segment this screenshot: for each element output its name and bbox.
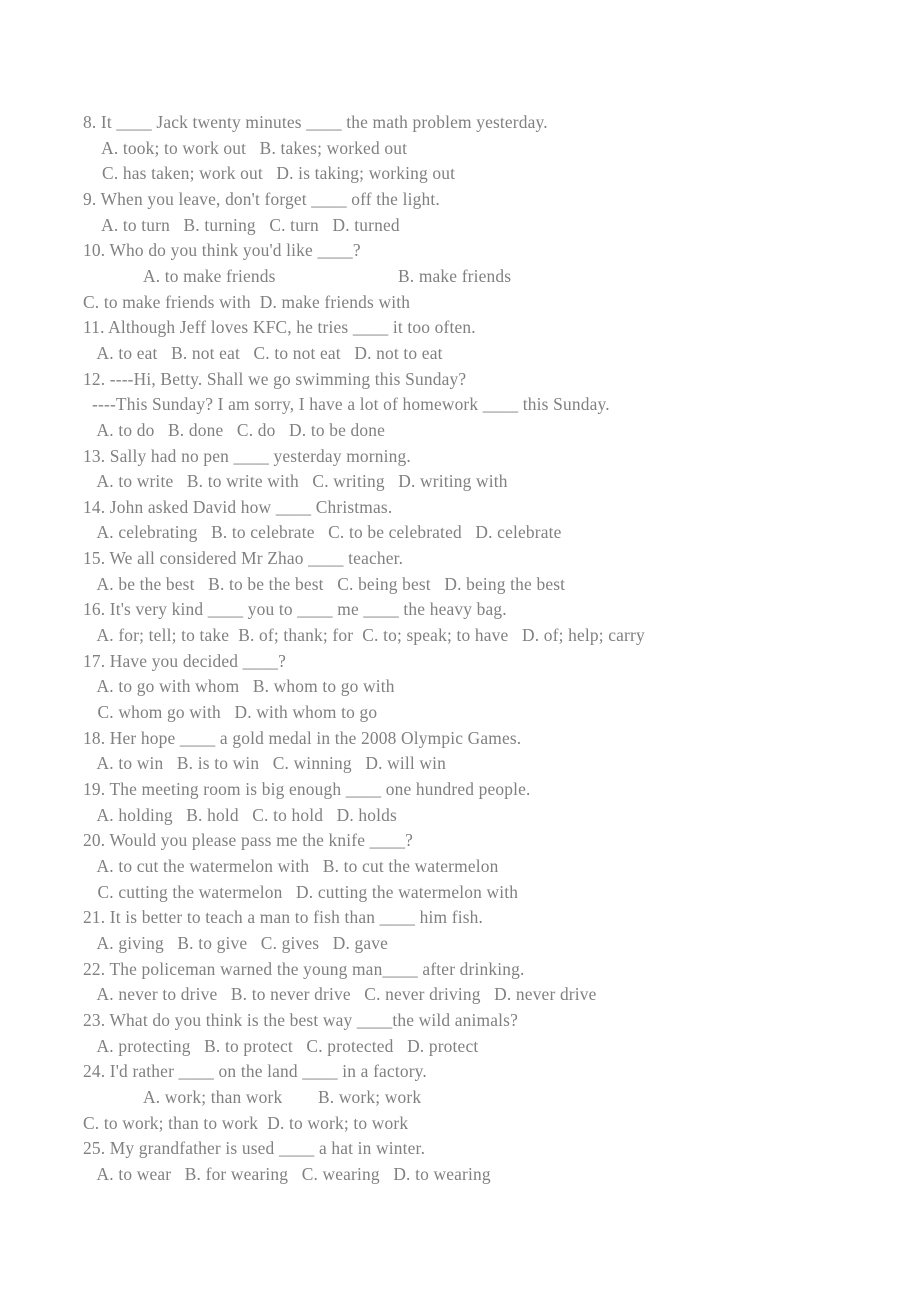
question-options-20-ab: A. to cut the watermelon with B. to cut … (93, 856, 499, 877)
question-stem-24: 24. I'd rather ____ on the land ____ in … (83, 1061, 427, 1082)
question-options-24-cd: C. to work; than to work D. to work; to … (83, 1112, 409, 1133)
question-options-20-cd: C. cutting the watermelon D. cutting the… (93, 881, 519, 902)
question-stem-20: 20. Would you please pass me the knife _… (83, 830, 414, 851)
question-options-19: A. holding B. hold C. to hold D. holds (93, 804, 397, 825)
question-option-24-a: A. work; than work (143, 1086, 283, 1107)
question-stem-21: 21. It is better to teach a man to fish … (83, 907, 484, 928)
question-stem-10: 10. Who do you think you'd like ____? (83, 240, 361, 261)
question-stem-18: 18. Her hope ____ a gold medal in the 20… (83, 727, 522, 748)
question-stem-17: 17. Have you decided ____? (83, 650, 287, 671)
question-options-8-cd: C. has taken; work out D. is taking; wor… (93, 163, 456, 184)
question-options-10-cd: C. to make friends with D. make friends … (83, 291, 411, 312)
question-options-11: A. to eat B. not eat C. to not eat D. no… (93, 342, 443, 363)
question-options-17-ab: A. to go with whom B. whom to go with (93, 676, 395, 697)
question-stem-16: 16. It's very kind ____ you to ____ me _… (83, 599, 507, 620)
question-options-18: A. to win B. is to win C. winning D. wil… (93, 753, 447, 774)
question-options-13: A. to write B. to write with C. writing … (93, 471, 508, 492)
question-stem-9: 9. When you leave, don't forget ____ off… (83, 188, 440, 209)
question-stem-25: 25. My grandfather is used ____ a hat in… (83, 1138, 426, 1159)
question-options-9: A. to turn B. turning C. turn D. turned (93, 214, 400, 235)
worksheet-page: 8. It ____ Jack twenty minutes ____ the … (0, 0, 920, 1302)
question-options-8-ab: A. took; to work out B. takes; worked ou… (93, 137, 408, 158)
question-stem-22: 22. The policeman warned the young man__… (83, 958, 525, 979)
question-stem-12: 12. ----Hi, Betty. Shall we go swimming … (83, 368, 467, 389)
question-options-15: A. be the best B. to be the best C. bein… (93, 573, 566, 594)
question-stem-19: 19. The meeting room is big enough ____ … (83, 779, 531, 800)
question-stem-12-line2: ----This Sunday? I am sorry, I have a lo… (83, 394, 610, 415)
question-stem-8: 8. It ____ Jack twenty minutes ____ the … (83, 112, 548, 132)
question-stem-13: 13. Sally had no pen ____ yesterday morn… (83, 445, 411, 466)
question-stem-23: 23. What do you think is the best way __… (83, 1009, 518, 1030)
question-option-10-a: A. to make friends (143, 265, 276, 286)
question-options-10-ab: A. to make friends B. make friends (83, 264, 843, 290)
question-options-12: A. to do B. done C. do D. to be done (93, 419, 385, 440)
question-options-23: A. protecting B. to protect C. protected… (93, 1035, 479, 1056)
question-options-25: A. to wear B. for wearing C. wearing D. … (93, 1163, 491, 1184)
question-options-16: A. for; tell; to take B. of; thank; for … (93, 625, 645, 646)
question-stem-11: 11. Although Jeff loves KFC, he tries __… (83, 317, 476, 338)
question-stem-15: 15. We all considered Mr Zhao ____ teach… (83, 548, 404, 569)
question-options-24-ab: A. work; than work B. work; work (83, 1085, 843, 1111)
question-options-14: A. celebrating B. to celebrate C. to be … (93, 522, 562, 543)
question-options-21: A. giving B. to give C. gives D. gave (93, 932, 389, 953)
question-option-24-b: B. work; work (318, 1086, 422, 1107)
question-stem-14: 14. John asked David how ____ Christmas. (83, 496, 393, 517)
question-options-22: A. never to drive B. to never drive C. n… (93, 984, 597, 1005)
question-list: 8. It ____ Jack twenty minutes ____ the … (83, 110, 843, 1188)
question-options-17-cd: C. whom go with D. with whom to go (93, 702, 378, 723)
question-option-10-b: B. make friends (398, 265, 512, 286)
